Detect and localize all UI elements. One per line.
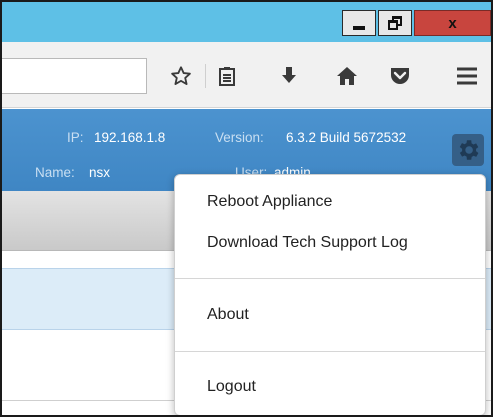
hamburger-menu-icon[interactable] xyxy=(455,64,479,88)
settings-menu: Reboot Appliance Download Tech Support L… xyxy=(174,174,486,415)
star-icon[interactable] xyxy=(169,64,193,88)
close-icon: x xyxy=(448,14,457,32)
toolbar-separator xyxy=(205,64,206,88)
version-label: Version: xyxy=(215,130,264,145)
home-icon[interactable] xyxy=(335,64,359,88)
settings-button[interactable] xyxy=(452,134,484,166)
menu-divider xyxy=(175,278,485,279)
ip-value: 192.168.1.8 xyxy=(94,130,166,145)
browser-toolbar xyxy=(2,42,491,108)
logout-menu-item[interactable]: Logout xyxy=(207,378,256,396)
name-value: nsx xyxy=(89,165,111,180)
close-button[interactable]: x xyxy=(414,10,491,36)
restore-icon xyxy=(388,16,402,30)
menu-divider xyxy=(175,351,485,352)
pocket-icon[interactable] xyxy=(388,64,412,88)
reader-view-icon[interactable] xyxy=(215,64,239,88)
name-label: Name: xyxy=(35,165,75,180)
download-icon[interactable] xyxy=(277,64,301,88)
restore-button[interactable] xyxy=(378,10,412,36)
gear-icon xyxy=(459,140,479,160)
ip-label: IP: xyxy=(67,130,84,145)
download-tech-support-log-menu-item[interactable]: Download Tech Support Log xyxy=(207,234,408,252)
minimize-icon xyxy=(353,26,365,30)
url-input[interactable] xyxy=(2,58,147,94)
window-title-bar: x xyxy=(2,2,491,42)
reboot-appliance-menu-item[interactable]: Reboot Appliance xyxy=(207,193,332,211)
version-value: 6.3.2 Build 5672532 xyxy=(286,130,407,145)
minimize-button[interactable] xyxy=(342,10,376,36)
browser-window: x IP: 192.168.1.8 Version: 6.3.2 Build 5… xyxy=(0,0,493,417)
about-menu-item[interactable]: About xyxy=(207,306,249,324)
